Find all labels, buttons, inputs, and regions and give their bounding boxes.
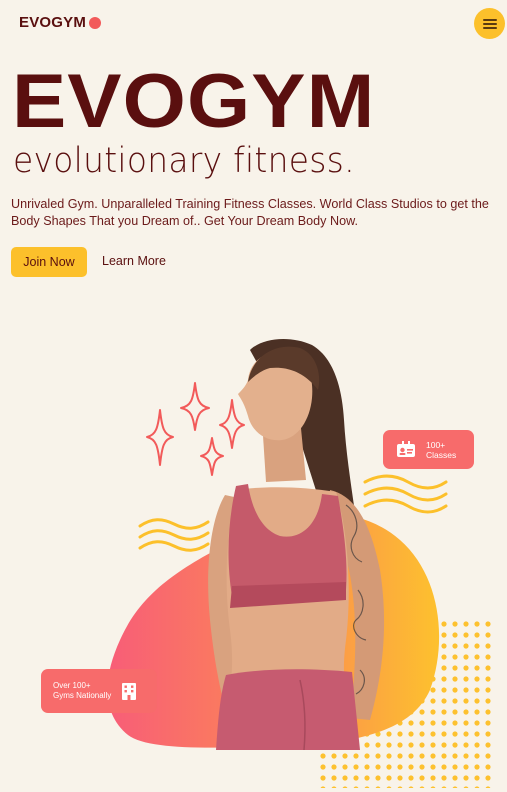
logo[interactable]: EVOGYM xyxy=(19,14,102,31)
learn-more-link[interactable]: Learn More xyxy=(102,254,166,268)
hero-title: EVOGYM xyxy=(12,59,376,144)
logo-text: EVOGYM xyxy=(19,14,87,31)
join-now-button[interactable]: Join Now xyxy=(11,247,87,277)
wave-lines-right xyxy=(363,474,448,514)
gyms-count: Over 100+ xyxy=(53,681,91,690)
menu-button[interactable] xyxy=(474,8,505,39)
hero-graphic xyxy=(107,338,492,788)
building-icon xyxy=(122,683,137,700)
id-card-icon xyxy=(397,441,415,457)
classes-count: 100+ xyxy=(426,439,446,450)
site-header: EVOGYM xyxy=(0,0,507,46)
logo-dot xyxy=(89,16,102,29)
gyms-label: Gyms Nationally xyxy=(53,691,112,700)
hero-description: Unrivaled Gym. Unparalleled Training Fit… xyxy=(11,197,489,228)
sparkles-decoration xyxy=(146,382,245,476)
classes-badge: 100+ Classes xyxy=(383,430,474,469)
gyms-badge: Over 100+ Gyms Nationally xyxy=(41,669,157,713)
hero-illustration xyxy=(0,290,507,792)
fitness-model-image xyxy=(208,338,385,751)
hamburger-menu-icon xyxy=(482,18,497,29)
hero-subtitle: evolutionary fitness. xyxy=(13,141,355,181)
wave-lines-left xyxy=(138,518,210,552)
classes-label: Classes xyxy=(426,449,457,460)
